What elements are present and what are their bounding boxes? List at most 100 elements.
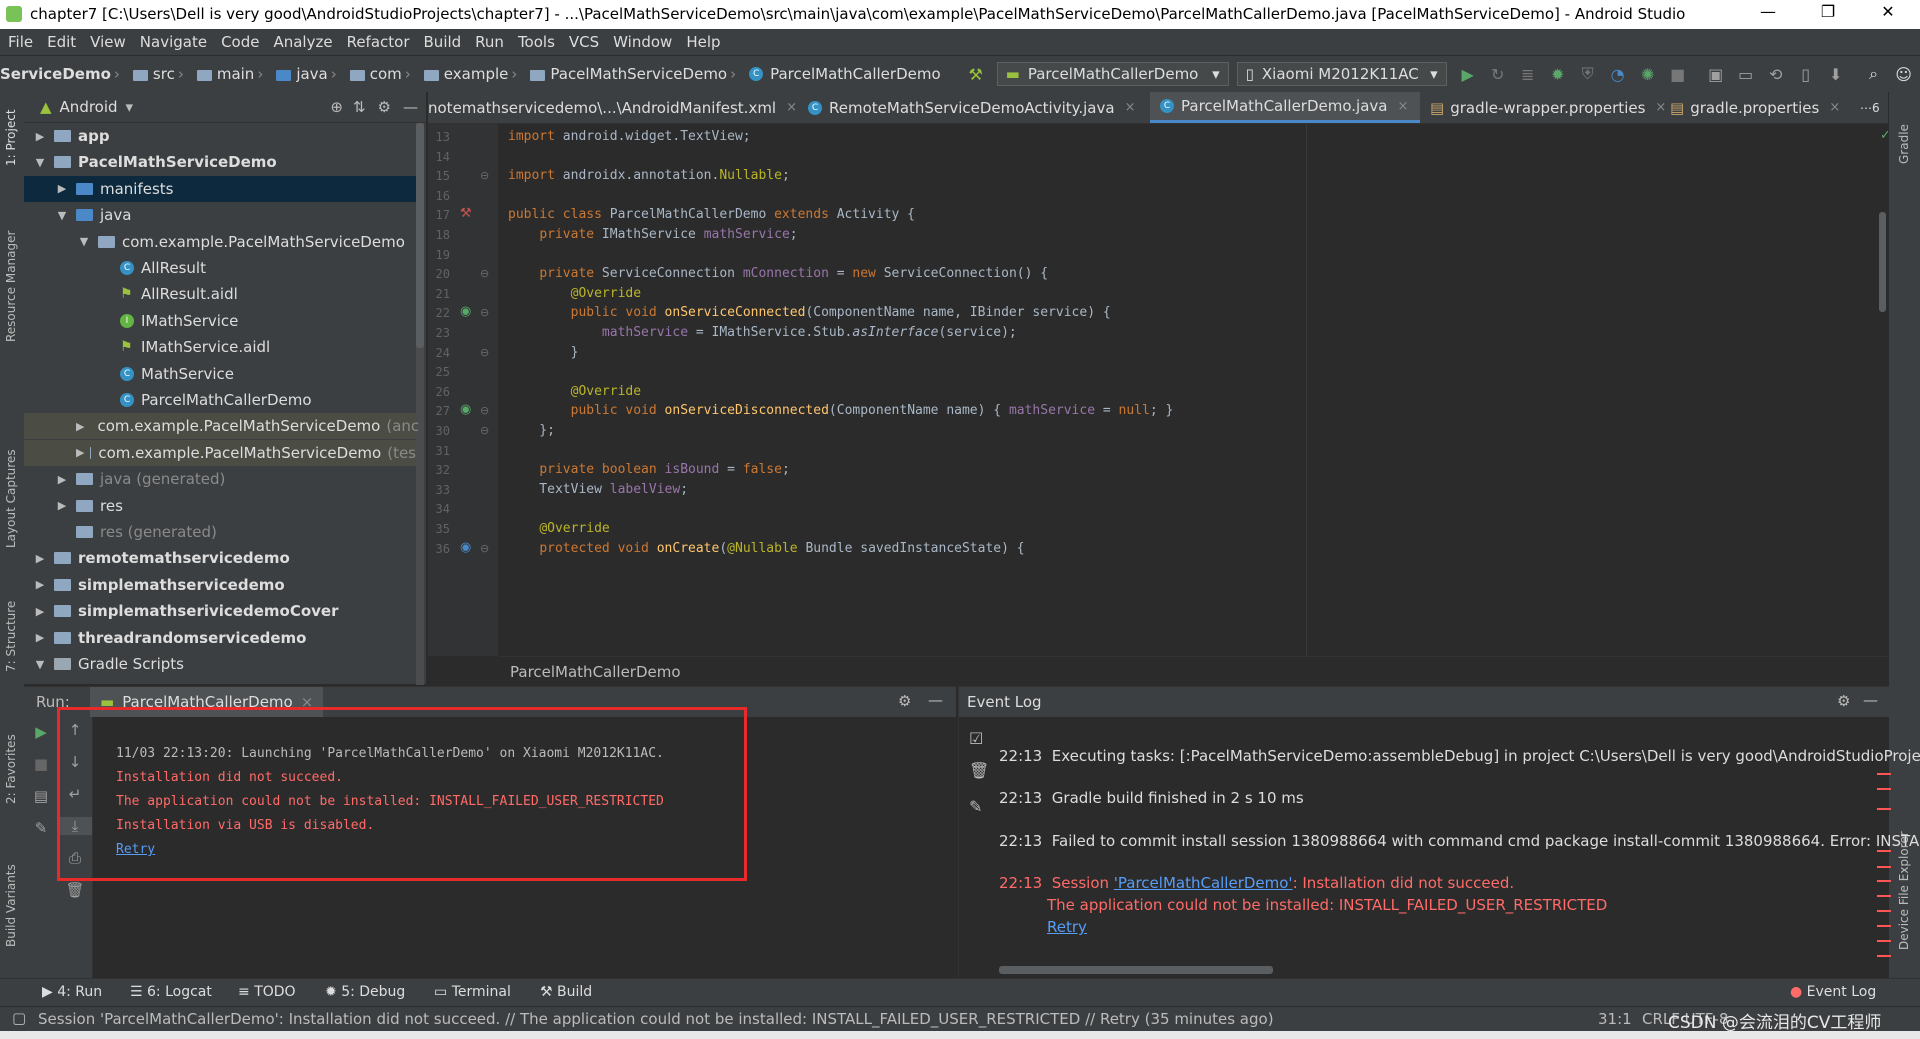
- editor-breadcrumb[interactable]: ParcelMathCallerDemo: [510, 663, 681, 681]
- fold-icon[interactable]: ⊖: [480, 346, 489, 359]
- code-line[interactable]: TextView labelView;: [508, 482, 688, 497]
- tree-item[interactable]: ▶ com.example.PacelMathServiceDemo (tes: [24, 439, 416, 466]
- breadcrumb-src[interactable]: src ›: [132, 65, 191, 83]
- menu-window[interactable]: Window: [613, 33, 672, 51]
- event-log-hscrollbar[interactable]: [999, 966, 1273, 974]
- sync-gradle-icon[interactable]: ⟲: [1765, 63, 1787, 85]
- tab-overflow-button[interactable]: ⋯6: [1860, 92, 1888, 123]
- fold-icon[interactable]: ⊖: [480, 306, 489, 319]
- collapse-all-icon[interactable]: ⇅: [353, 98, 366, 116]
- session-link[interactable]: 'ParcelMathCallerDemo': [1114, 874, 1293, 892]
- expanded-arrow-icon[interactable]: ▼: [32, 658, 48, 671]
- code-line[interactable]: public void onServiceConnected(Component…: [508, 305, 1111, 320]
- collapsed-arrow-icon[interactable]: ▶: [76, 420, 84, 433]
- attach-debugger-icon[interactable]: ✺: [1637, 63, 1659, 85]
- menu-analyze[interactable]: Analyze: [273, 33, 332, 51]
- breadcrumb-example[interactable]: example ›: [423, 65, 525, 83]
- menu-view[interactable]: View: [90, 33, 126, 51]
- restore-button[interactable]: ❐: [1805, 2, 1851, 21]
- fold-icon[interactable]: ⊖: [480, 542, 489, 555]
- project-tool-tab[interactable]: 1: Project: [4, 109, 18, 166]
- hammer-icon[interactable]: ⚒: [965, 63, 987, 85]
- tree-item[interactable]: ▼ Gradle Scripts: [24, 651, 416, 677]
- code-line[interactable]: public void onServiceDisconnected(Compon…: [508, 403, 1174, 418]
- close-icon[interactable]: ×: [786, 100, 797, 115]
- caret-position[interactable]: 31:1: [1598, 1010, 1632, 1028]
- todo-tool-tab[interactable]: ≡ TODO: [238, 984, 296, 1000]
- collapsed-arrow-icon[interactable]: ▶: [76, 446, 84, 459]
- trash-icon[interactable]: 🗑: [969, 761, 989, 780]
- breadcrumb-package[interactable]: PacelMathServiceDemo ›: [530, 65, 743, 83]
- logcat-tool-tab[interactable]: ☰ 6: Logcat: [130, 984, 212, 1000]
- error-stripe-marker[interactable]: [1877, 880, 1891, 882]
- favorites-tool-tab[interactable]: 2: Favorites: [4, 734, 18, 804]
- tree-item[interactable]: ⚑ IMathService.aidl: [24, 334, 416, 360]
- breadcrumb-main[interactable]: main ›: [196, 65, 270, 83]
- trash-icon[interactable]: 🗑: [58, 881, 92, 899]
- fold-icon[interactable]: ⊖: [480, 267, 489, 280]
- run-config-select[interactable]: ▬ ParcelMathCallerDemo ▾: [996, 62, 1229, 86]
- tree-item[interactable]: ▶ res: [24, 493, 416, 519]
- structure-tool-tab[interactable]: 7: Structure: [4, 601, 18, 672]
- hide-panel-icon[interactable]: —: [403, 98, 418, 116]
- debug-icon[interactable]: ✹: [1547, 63, 1569, 85]
- menu-refactor[interactable]: Refactor: [347, 33, 410, 51]
- hide-panel-icon[interactable]: —: [1863, 691, 1878, 709]
- resource-manager-tool-tab[interactable]: Resource Manager: [4, 231, 18, 342]
- tree-item[interactable]: ▶ com.example.PacelMathServiceDemo (anc: [24, 413, 419, 440]
- code-editor[interactable]: ✓ import android.widget.TextView; import …: [498, 124, 1891, 656]
- gear-icon[interactable]: ⚙: [378, 98, 391, 116]
- dropdown-arrow-icon[interactable]: ▾: [126, 98, 134, 116]
- collapsed-arrow-icon[interactable]: ▶: [32, 605, 48, 618]
- tree-item[interactable]: ▼ com.example.PacelMathServiceDemo: [24, 229, 416, 255]
- editor-gutter[interactable]: 13 14 15 16 17 18 19 20 21 22 23 24 25 26 27 30 31 32 33 34…: [428, 124, 498, 656]
- status-message[interactable]: Session 'ParcelMathCallerDemo': Installa…: [38, 1010, 1274, 1028]
- apply-changes-icon[interactable]: ↻: [1487, 63, 1509, 85]
- expanded-arrow-icon[interactable]: ▼: [32, 156, 48, 169]
- tree-item[interactable]: ▶ threadrandomservicedemo: [24, 625, 416, 651]
- build-tool-tab[interactable]: ⚒ Build: [540, 984, 592, 1000]
- tab-android-manifest[interactable]: notemathservicedemo\...\AndroidManifest.…: [428, 92, 797, 123]
- coverage-icon[interactable]: ⛨: [1577, 63, 1599, 85]
- error-stripe-marker[interactable]: [1877, 773, 1891, 775]
- close-button[interactable]: ✕: [1865, 2, 1911, 21]
- tree-item[interactable]: C MathService: [24, 361, 416, 387]
- menu-vcs[interactable]: VCS: [569, 33, 599, 51]
- menu-tools[interactable]: Tools: [518, 33, 555, 51]
- search-icon[interactable]: ⌕: [1863, 63, 1885, 85]
- device-select[interactable]: ▯ Xiaomi M2012K11AC ▾: [1236, 62, 1447, 86]
- mark-all-read-icon[interactable]: ☑: [969, 729, 983, 748]
- tree-item[interactable]: res (generated): [24, 519, 416, 545]
- event-retry-link[interactable]: Retry: [1047, 918, 1087, 936]
- code-line[interactable]: };: [508, 423, 555, 438]
- tree-item[interactable]: C AllResult: [24, 255, 416, 281]
- tree-item[interactable]: ▶ java (generated): [24, 466, 416, 492]
- menu-edit[interactable]: Edit: [47, 33, 76, 51]
- error-stripe-marker[interactable]: [1877, 895, 1891, 897]
- avd-manager-icon[interactable]: ▯: [1795, 63, 1817, 85]
- collapsed-arrow-icon[interactable]: ▶: [54, 473, 70, 486]
- class-marker-icon[interactable]: ⚒: [460, 206, 472, 221]
- close-icon[interactable]: ×: [1397, 99, 1408, 114]
- run-icon[interactable]: ▶: [1457, 63, 1479, 85]
- override-marker-icon[interactable]: ◉: [460, 304, 471, 319]
- project-scrollbar-thumb[interactable]: [416, 123, 424, 348]
- code-line[interactable]: private boolean isBound = false;: [508, 462, 789, 477]
- tree-item[interactable]: C ParcelMathCallerDemo: [24, 387, 416, 413]
- terminal-tool-tab[interactable]: ▭ Terminal: [434, 984, 511, 1000]
- tree-item[interactable]: ▶ remotemathservicedemo: [24, 545, 416, 571]
- code-line[interactable]: import androidx.annotation.Nullable;: [508, 168, 790, 183]
- layout-captures-tool-tab[interactable]: Layout Captures: [4, 449, 18, 548]
- sdk-manager-icon[interactable]: ⬇: [1825, 63, 1847, 85]
- gear-icon[interactable]: ⚙: [898, 692, 911, 710]
- run-tool-tab[interactable]: ▶ 4: Run: [42, 984, 102, 1000]
- rerun-icon[interactable]: ▶: [24, 723, 58, 741]
- menu-code[interactable]: Code: [221, 33, 259, 51]
- tree-item[interactable]: ▶ manifests: [24, 175, 416, 202]
- stop-icon[interactable]: ■: [24, 755, 58, 773]
- event-log-tool-tab[interactable]: ● Event Log: [1790, 984, 1876, 1000]
- code-line[interactable]: import android.widget.TextView;: [508, 129, 751, 144]
- collapsed-arrow-icon[interactable]: ▶: [32, 631, 48, 644]
- layout-inspector-icon[interactable]: ▭: [1735, 63, 1757, 85]
- tab-parcel-math-caller-demo[interactable]: C ParcelMathCallerDemo.java ×: [1150, 92, 1420, 123]
